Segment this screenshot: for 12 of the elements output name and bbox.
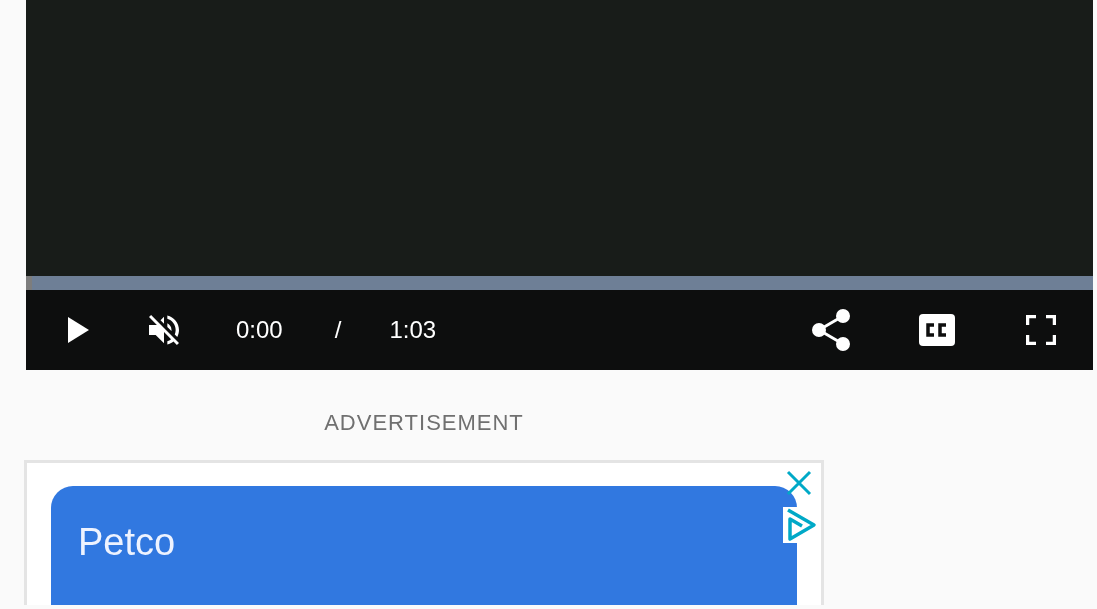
share-icon[interactable] bbox=[812, 309, 850, 351]
play-icon[interactable] bbox=[66, 316, 90, 344]
closed-captions-icon[interactable] bbox=[918, 313, 956, 347]
progress-thumb[interactable] bbox=[26, 276, 32, 290]
current-time: 0:00 bbox=[236, 316, 283, 344]
close-icon[interactable] bbox=[785, 469, 813, 497]
advertiser-name: Petco bbox=[78, 520, 176, 564]
fullscreen-icon[interactable] bbox=[1026, 315, 1056, 345]
ad-card[interactable]: Petco bbox=[51, 486, 797, 605]
duration: 1:03 bbox=[389, 316, 437, 344]
advertisement-label: ADVERTISEMENT bbox=[323, 410, 525, 436]
time-separator: / bbox=[334, 316, 342, 344]
